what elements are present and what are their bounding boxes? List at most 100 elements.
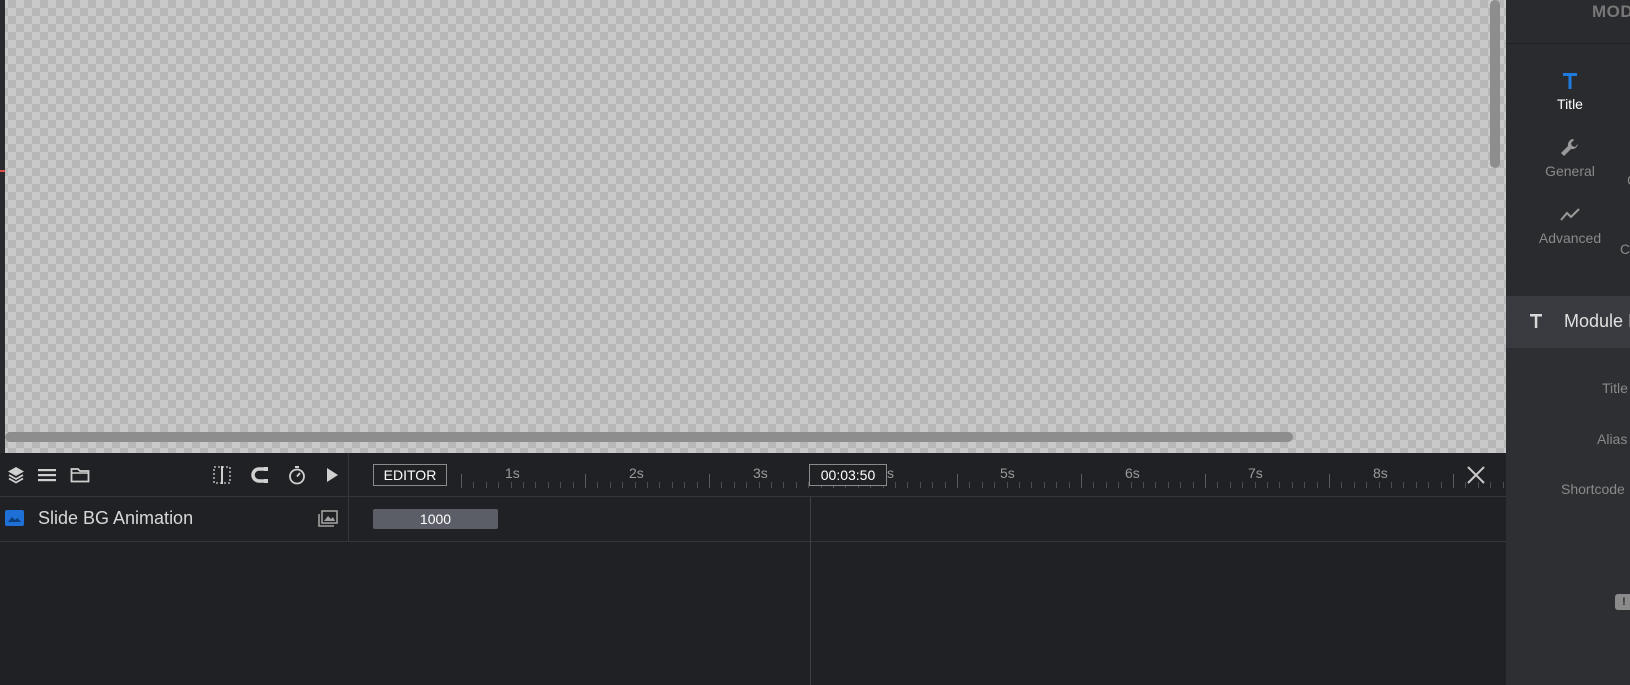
close-icon[interactable] bbox=[1464, 463, 1488, 487]
current-time-display[interactable]: 00:03:50 bbox=[809, 464, 887, 486]
layers-icon[interactable] bbox=[6, 465, 26, 485]
ruler-tick bbox=[1279, 482, 1281, 488]
ruler-tick bbox=[1254, 482, 1256, 488]
tab-title[interactable]: Title bbox=[1520, 70, 1620, 112]
ruler-tick bbox=[485, 482, 487, 488]
layer-header: Slide BG Animation bbox=[0, 497, 349, 541]
ruler-tick bbox=[1118, 482, 1120, 488]
timeline-ruler[interactable]: EDITOR 1s 2s 3s s 5s 6s 7s 8s 00:03:50 bbox=[349, 453, 1506, 497]
ruler-tick bbox=[1242, 482, 1244, 488]
ruler-tick bbox=[1155, 482, 1157, 488]
ruler-tick bbox=[634, 482, 636, 488]
ruler-tick bbox=[795, 482, 797, 488]
ruler-tick bbox=[597, 482, 599, 488]
canvas-vertical-scrollbar[interactable] bbox=[1490, 0, 1500, 168]
ruler-tick bbox=[461, 474, 462, 488]
ruler-tick bbox=[1229, 482, 1231, 488]
ruler-tick bbox=[1267, 482, 1268, 488]
ruler-tick bbox=[1378, 482, 1380, 488]
folder-icon[interactable] bbox=[70, 465, 90, 485]
ruler-tick bbox=[1006, 482, 1008, 488]
ruler-tick bbox=[1192, 482, 1194, 488]
ruler-tick bbox=[572, 482, 574, 488]
ruler-tick bbox=[1205, 474, 1206, 488]
ruler-tick bbox=[994, 482, 996, 488]
ruler-tick bbox=[671, 482, 673, 488]
ruler-tick bbox=[709, 474, 710, 488]
ruler-tick bbox=[1031, 482, 1033, 488]
module-section-header[interactable]: Module I bbox=[1506, 296, 1630, 348]
trend-line-icon bbox=[1560, 208, 1580, 221]
ruler-tick bbox=[1105, 482, 1107, 488]
timeline-layer-row[interactable]: Slide BG Animation 1000 bbox=[0, 497, 1506, 542]
ruler-tick bbox=[585, 474, 586, 488]
ruler-tick bbox=[547, 482, 549, 488]
layer-name[interactable]: Slide BG Animation bbox=[38, 508, 193, 529]
text-title-icon bbox=[1563, 73, 1577, 89]
images-icon[interactable] bbox=[318, 510, 338, 528]
ruler-tick bbox=[1180, 482, 1182, 488]
shortcode-field-label: Shortcode bbox=[1561, 481, 1625, 497]
tab-advanced-label: Advanced bbox=[1538, 230, 1602, 246]
ruler-tick bbox=[647, 482, 648, 488]
module-fields: Title Alias Shortcode ! bbox=[1506, 348, 1630, 685]
ruler-tick bbox=[1391, 482, 1392, 488]
clipped-tab-label: C bbox=[1620, 241, 1630, 257]
ruler-tick bbox=[1081, 474, 1082, 488]
ruler-tick bbox=[746, 482, 748, 488]
ruler-label-1s: 1s bbox=[505, 465, 520, 481]
editor-button[interactable]: EDITOR bbox=[373, 464, 447, 486]
tab-general-label: General bbox=[1545, 163, 1595, 179]
ruler-tick bbox=[1440, 482, 1442, 488]
stopwatch-icon[interactable] bbox=[287, 465, 307, 485]
alias-field-label: Alias bbox=[1597, 431, 1628, 447]
ruler-tick bbox=[1428, 482, 1430, 488]
magnet-icon[interactable] bbox=[250, 465, 270, 485]
ruler-tick bbox=[944, 482, 946, 488]
canvas-horizontal-scrollbar[interactable] bbox=[5, 432, 1293, 442]
timeline-panel: EDITOR 1s 2s 3s s 5s 6s 7s 8s 00:03:50 S… bbox=[0, 453, 1506, 685]
ruler-tick bbox=[1056, 482, 1058, 488]
ruler-tick bbox=[758, 482, 760, 488]
play-icon[interactable] bbox=[322, 465, 342, 485]
ruler-tick bbox=[510, 482, 512, 488]
module-section-title: Module I bbox=[1564, 311, 1630, 331]
list-icon[interactable] bbox=[37, 465, 57, 485]
image-layer-icon bbox=[5, 510, 24, 526]
ruler-tick bbox=[733, 482, 735, 488]
ruler-tick bbox=[523, 482, 524, 488]
slide-canvas[interactable] bbox=[0, 0, 1506, 453]
warning-badge: ! bbox=[1615, 594, 1630, 610]
split-icon[interactable] bbox=[212, 465, 232, 485]
ruler-tick bbox=[1415, 482, 1417, 488]
ruler-tick bbox=[1043, 482, 1045, 488]
ruler-tick bbox=[696, 482, 698, 488]
ruler-label-3s: 3s bbox=[753, 465, 768, 481]
ruler-tick bbox=[1316, 482, 1318, 488]
animation-duration-bar[interactable]: 1000 bbox=[373, 509, 498, 529]
ruler-label-8s: 8s bbox=[1373, 465, 1388, 481]
ruler-tick bbox=[1130, 482, 1132, 488]
ruler-label-5s: 5s bbox=[1000, 465, 1015, 481]
ruler-tick bbox=[684, 482, 686, 488]
ruler-tick bbox=[659, 482, 661, 488]
tab-general[interactable]: General bbox=[1520, 137, 1620, 179]
panel-header: MOD bbox=[1506, 0, 1630, 44]
ruler-tick bbox=[1453, 474, 1454, 488]
ruler-tick bbox=[560, 482, 562, 488]
tab-advanced[interactable]: Advanced bbox=[1520, 204, 1620, 246]
ruler-tick bbox=[1304, 482, 1306, 488]
ruler-tick bbox=[783, 482, 785, 488]
ruler-tick bbox=[622, 482, 624, 488]
ruler-tick bbox=[721, 482, 723, 488]
playhead-line[interactable] bbox=[810, 497, 811, 685]
ruler-label-7s: 7s bbox=[1248, 465, 1263, 481]
ruler-tick bbox=[957, 474, 958, 488]
ruler-tick bbox=[1490, 482, 1492, 488]
ruler-tick bbox=[1143, 482, 1144, 488]
ruler-tick bbox=[1019, 482, 1020, 488]
ruler-tick bbox=[1353, 482, 1355, 488]
ruler-tick bbox=[1167, 482, 1169, 488]
ruler-tick bbox=[919, 482, 921, 488]
ruler-tick bbox=[609, 482, 611, 488]
